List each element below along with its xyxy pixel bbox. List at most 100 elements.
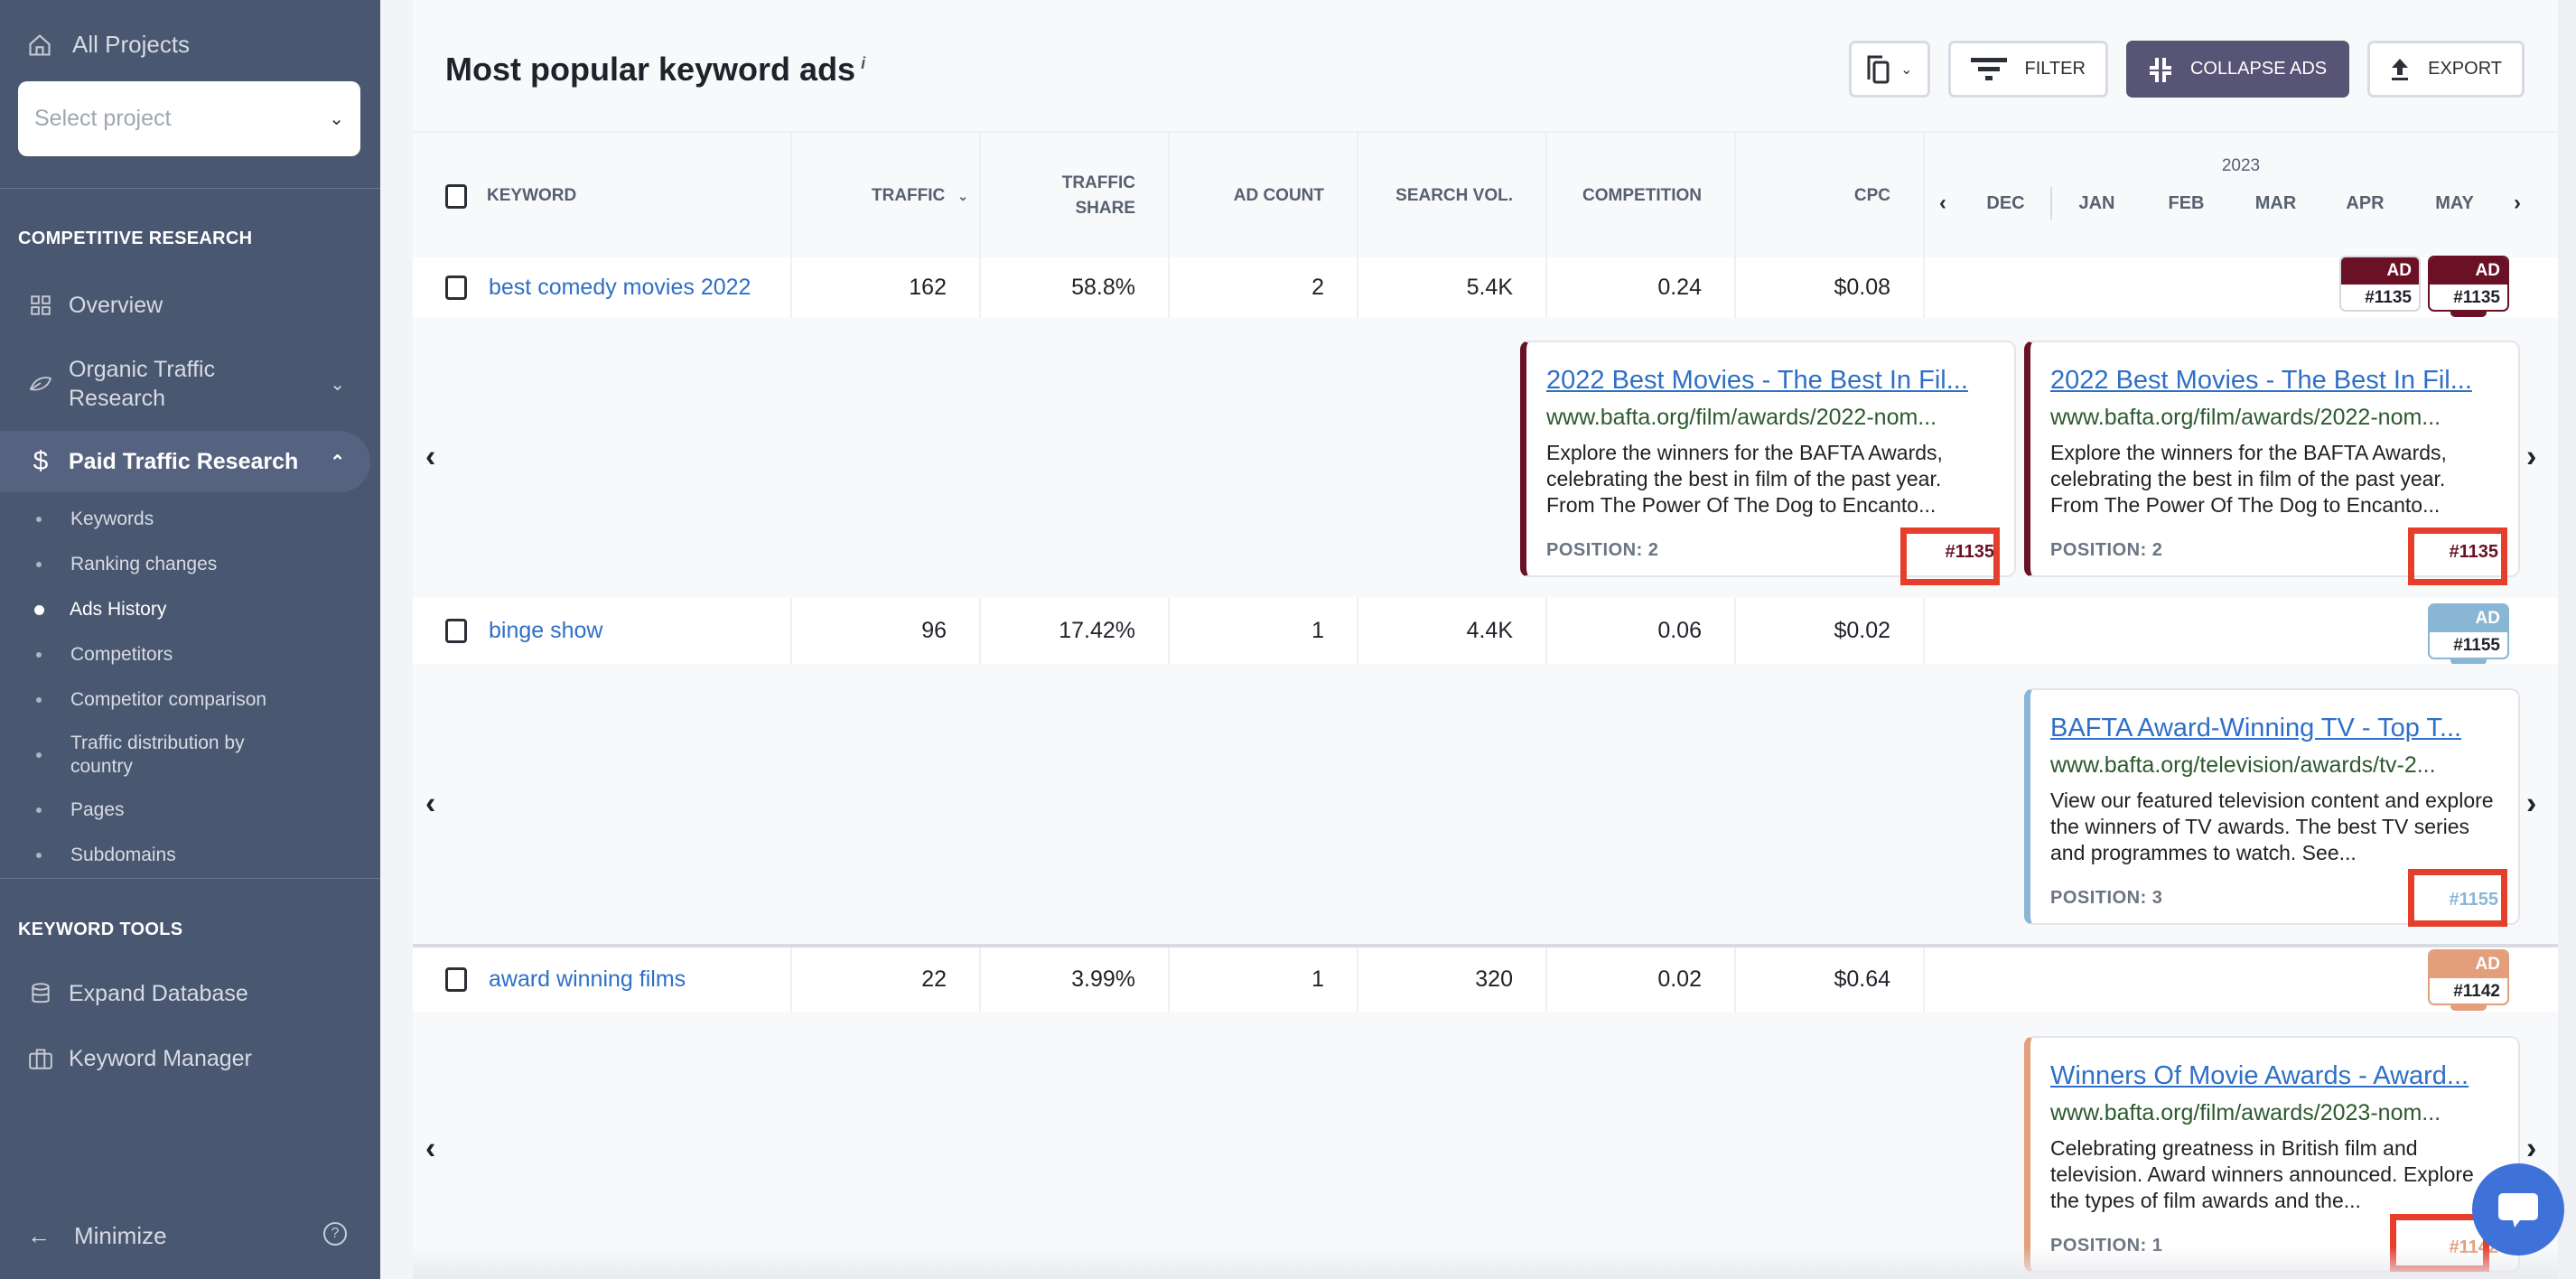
toolbar: ⌄ FILTER COLLAPSE ADS EXPORT — [1849, 41, 2525, 98]
carousel-next-icon[interactable]: › — [2526, 787, 2536, 822]
timeline-prev-icon[interactable]: ‹ — [1925, 191, 1961, 216]
sidebar-item-organic-traffic[interactable]: Organic Traffic Research ⌄ — [0, 352, 370, 415]
column-cpc-label: CPC — [1853, 186, 1890, 205]
row-checkbox[interactable] — [445, 967, 467, 992]
ad-badge-label: AD — [2430, 605, 2507, 632]
column-cpc[interactable]: CPC — [1736, 133, 1925, 259]
home-icon — [29, 33, 51, 56]
timeline-year: 2023 — [2221, 156, 2261, 175]
keyword-link[interactable]: award winning films — [489, 966, 686, 993]
subitem-label: Subdomains — [70, 845, 176, 865]
row-checkbox[interactable] — [445, 275, 467, 300]
column-traffic-share[interactable]: TRAFFIC SHARE — [981, 133, 1170, 259]
collapse-ads-button[interactable]: COLLAPSE ADS — [2125, 41, 2350, 98]
table-header: KEYWORD TRAFFIC ⌄ TRAFFIC SHARE AD COUNT… — [413, 131, 2558, 259]
sidebar-item-overview[interactable]: Overview — [0, 287, 370, 323]
chat-bubble-icon — [2498, 1193, 2538, 1228]
device-toggle-button[interactable]: ⌄ — [1849, 41, 1930, 98]
ads-carousel: ‹ Winners Of Movie Awards - Award... www… — [413, 1012, 2558, 1279]
arrow-left-icon: ← — [27, 1222, 51, 1249]
highlight-box — [1900, 527, 2000, 585]
ad-title-link[interactable]: 2022 Best Movies - The Best In Fil... — [1546, 366, 1993, 396]
keyword-manager-label: Keyword Manager — [69, 1046, 252, 1071]
ad-badge-selected[interactable]: AD #1135 — [2428, 256, 2509, 317]
ad-description: Explore the winners for the BAFTA Awards… — [1546, 441, 1943, 517]
filter-icon — [1970, 57, 2007, 80]
ad-title-link[interactable]: Winners Of Movie Awards - Award... — [2050, 1061, 2497, 1091]
sidebar-subitem-keywords[interactable]: Keywords — [0, 506, 370, 533]
bullet-icon — [36, 853, 42, 858]
traffic-share-cell: 58.8% — [981, 257, 1170, 318]
filter-button[interactable]: FILTER — [1947, 41, 2108, 98]
select-all-checkbox[interactable] — [445, 183, 467, 209]
column-ad-count[interactable]: AD COUNT — [1170, 133, 1358, 259]
dollar-icon: $ — [33, 446, 49, 476]
ad-badge-selected[interactable]: AD #1142 — [2428, 949, 2509, 1011]
sidebar-subitem-ranking-changes[interactable]: Ranking changes — [0, 551, 370, 578]
sidebar-item-keyword-manager[interactable]: Keyword Manager — [0, 1041, 370, 1077]
ad-url: www.bafta.org/film/awards/2022-nom... — [2050, 405, 2441, 430]
row-checkbox[interactable] — [445, 619, 467, 643]
carousel-prev-icon[interactable]: ‹ — [425, 440, 435, 475]
chevron-down-icon: ⌄ — [329, 109, 344, 129]
column-search-vol[interactable]: SEARCH VOL. — [1358, 133, 1547, 259]
keyword-link[interactable]: binge show — [489, 618, 602, 644]
export-button[interactable]: EXPORT — [2367, 41, 2525, 98]
highlight-box — [2408, 527, 2507, 585]
table-row: binge show 96 17.42% 1 4.4K 0.06 $0.02 A… — [413, 598, 2558, 665]
minimize-button[interactable]: ← Minimize — [27, 1222, 167, 1250]
sidebar-subitem-ads-history[interactable]: Ads History — [0, 596, 370, 623]
ad-badge-id: #1135 — [2365, 288, 2412, 307]
search-vol-cell: 5.4K — [1358, 257, 1547, 318]
sidebar-subitem-subdomains[interactable]: Subdomains — [0, 842, 370, 869]
subitem-label: Ranking changes — [70, 554, 218, 574]
chevron-down-icon: ⌄ — [1900, 61, 1913, 78]
bullet-icon — [36, 697, 42, 703]
ad-badge[interactable]: AD #1135 — [2339, 256, 2421, 312]
organic-traffic-label: Organic Traffic Research — [69, 357, 216, 411]
table-row: award winning films 22 3.99% 1 320 0.02 … — [413, 948, 2558, 1012]
chat-button[interactable] — [2472, 1163, 2564, 1256]
sidebar-item-expand-database[interactable]: Expand Database — [0, 976, 370, 1012]
select-project-dropdown[interactable]: Select project ⌄ — [18, 81, 360, 156]
carousel-next-icon[interactable]: › — [2526, 440, 2536, 475]
collapse-icon — [2149, 57, 2171, 82]
timeline-next-icon[interactable]: › — [2499, 191, 2535, 216]
help-icon[interactable]: ? — [323, 1222, 347, 1246]
carousel-next-icon[interactable]: › — [2526, 1132, 2536, 1167]
ad-title-link[interactable]: BAFTA Award-Winning TV - Top T... — [2050, 714, 2497, 743]
column-keyword-label: KEYWORD — [487, 186, 577, 205]
column-traffic[interactable]: TRAFFIC ⌄ — [792, 133, 981, 259]
scrollbar-track[interactable] — [2558, 0, 2576, 1279]
bullet-icon — [36, 752, 42, 758]
cpc-cell: $0.64 — [1736, 948, 1925, 1012]
ad-title-link[interactable]: 2022 Best Movies - The Best In Fil... — [2050, 366, 2497, 396]
chevron-up-icon: ⌃ — [330, 452, 345, 472]
keyword-link[interactable]: best comedy movies 2022 — [489, 275, 751, 301]
carousel-prev-icon[interactable]: ‹ — [425, 787, 435, 822]
carousel-prev-icon[interactable]: ‹ — [425, 1132, 435, 1167]
sidebar-subitem-competitors[interactable]: Competitors — [0, 641, 370, 668]
sidebar-subitem-competitor-comparison[interactable]: Competitor comparison — [0, 686, 370, 714]
info-icon[interactable]: i — [861, 54, 865, 72]
traffic-cell: 162 — [792, 257, 981, 318]
minimize-label: Minimize — [74, 1222, 167, 1249]
sidebar-subitem-traffic-distribution[interactable]: Traffic distribution by country — [0, 730, 370, 780]
page-title-text: Most popular keyword ads — [445, 51, 856, 88]
column-search-vol-label: SEARCH VOL. — [1395, 186, 1513, 205]
cpc-cell: $0.08 — [1736, 257, 1925, 318]
bullet-icon — [36, 562, 42, 567]
all-projects-link[interactable]: All Projects — [27, 31, 190, 59]
sidebar-subitem-pages[interactable]: Pages — [0, 797, 370, 824]
column-competition-label: COMPETITION — [1582, 186, 1702, 205]
traffic-share-cell: 17.42% — [981, 598, 1170, 664]
ad-count-cell: 1 — [1170, 948, 1358, 1012]
sidebar-item-paid-traffic[interactable]: $ Paid Traffic Research ⌃ — [0, 431, 370, 492]
selected-indicator — [2450, 311, 2487, 317]
ad-badge-selected[interactable]: AD #1155 — [2428, 603, 2509, 665]
ad-badge-label: AD — [2430, 257, 2507, 285]
column-keyword[interactable]: KEYWORD — [413, 133, 792, 259]
subitem-label: Competitors — [70, 644, 173, 665]
column-competition[interactable]: COMPETITION — [1547, 133, 1736, 259]
competition-cell: 0.24 — [1547, 257, 1736, 318]
